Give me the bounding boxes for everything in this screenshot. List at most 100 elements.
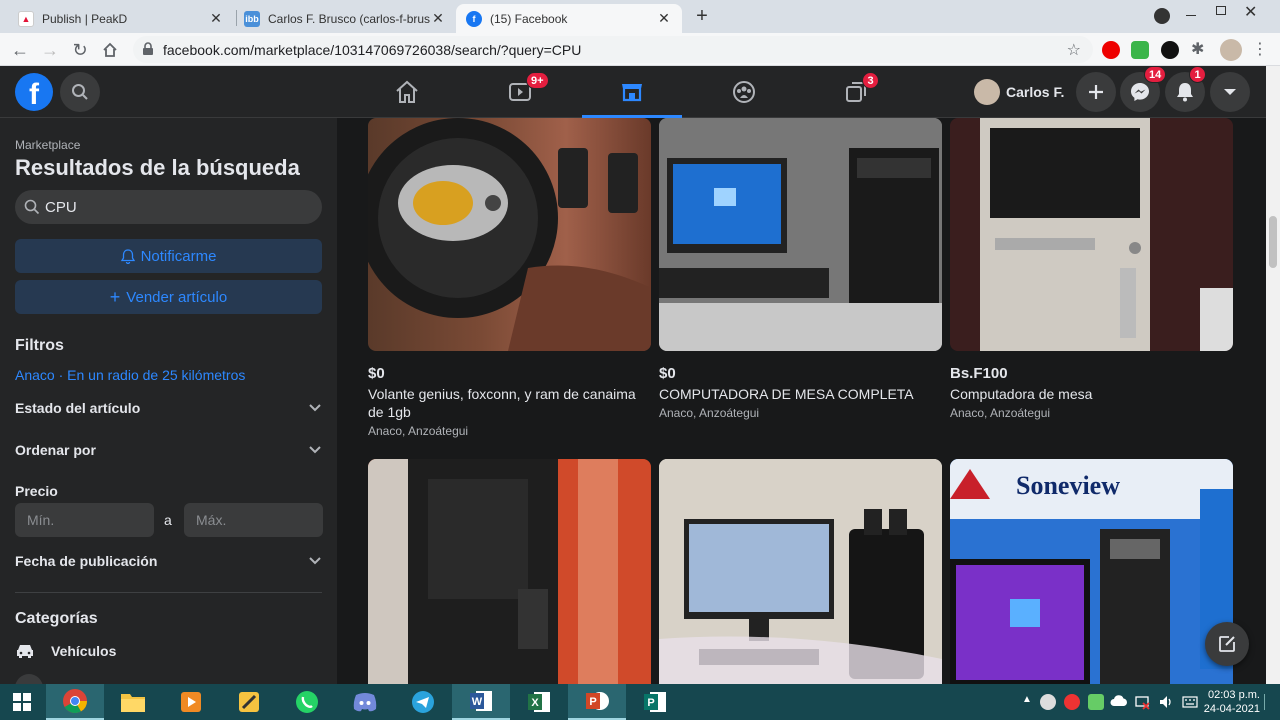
listing-title: Computadora de mesa bbox=[950, 386, 1093, 402]
home-icon[interactable] bbox=[99, 39, 121, 61]
notifications-badge: 1 bbox=[1189, 66, 1206, 83]
clock-time: 02:03 p.m. bbox=[1208, 689, 1260, 701]
listings-grid: $0 Volante genius, foxconn, y ram de can… bbox=[337, 118, 1266, 684]
start-button[interactable] bbox=[0, 684, 44, 720]
taskbar-whatsapp[interactable] bbox=[278, 684, 336, 720]
caret-down-icon bbox=[1224, 89, 1236, 95]
restore-icon[interactable] bbox=[1216, 6, 1226, 15]
price-range-separator: a bbox=[164, 512, 172, 528]
notifications-button[interactable]: 1 bbox=[1165, 66, 1206, 112]
extension-dark-icon[interactable] bbox=[1161, 41, 1179, 59]
discord-icon bbox=[353, 693, 377, 712]
taskbar-app-yellow[interactable] bbox=[220, 684, 278, 720]
tray-volume-icon[interactable] bbox=[1158, 694, 1174, 710]
listing-card[interactable] bbox=[368, 459, 651, 684]
listing-location: Anaco, Anzoátegui bbox=[659, 406, 760, 420]
page-scrollbar[interactable] bbox=[1266, 66, 1280, 684]
account-menu-button[interactable] bbox=[1210, 72, 1250, 112]
tab-carlos-brusco[interactable]: ibb Carlos F. Brusco (carlos-f-brusco) ✕ bbox=[234, 4, 456, 33]
back-icon[interactable]: ← bbox=[9, 39, 31, 61]
sort-by-filter[interactable]: Ordenar por bbox=[15, 438, 322, 462]
listing-card[interactable] bbox=[659, 459, 942, 684]
extension-red-icon[interactable] bbox=[1102, 41, 1120, 59]
listing-card[interactable]: $0 COMPUTADORA DE MESA COMPLETA Anaco, A… bbox=[659, 118, 942, 420]
nav-home[interactable] bbox=[357, 66, 457, 118]
browser-toolbar: ← → ↻ facebook.com/marketplace/103147069… bbox=[0, 33, 1280, 66]
forward-icon[interactable]: → bbox=[39, 39, 61, 61]
taskbar-excel[interactable]: X bbox=[510, 684, 568, 720]
browser-menu-icon[interactable]: ⋮ bbox=[1252, 39, 1270, 58]
listing-image-desktop-with-speakers bbox=[659, 459, 942, 684]
location-filter-link[interactable]: Anaco · En un radio de 25 kilómetros bbox=[15, 367, 245, 383]
close-tab-icon[interactable]: ✕ bbox=[656, 10, 672, 27]
marketplace-search-input[interactable]: CPU bbox=[15, 190, 322, 224]
taskbar-publisher[interactable]: P bbox=[626, 684, 684, 720]
item-state-filter[interactable]: Estado del artículo bbox=[15, 396, 322, 420]
taskbar-file-explorer[interactable] bbox=[104, 684, 162, 720]
marketplace-icon bbox=[622, 83, 642, 101]
tray-network-icon[interactable] bbox=[1134, 694, 1150, 710]
nav-marketplace[interactable] bbox=[582, 66, 682, 118]
new-tab-button[interactable]: + bbox=[690, 4, 714, 28]
taskbar-chrome[interactable] bbox=[46, 684, 104, 720]
categories-heading: Categorías bbox=[15, 610, 98, 627]
tab-facebook[interactable]: f (15) Facebook ✕ bbox=[456, 4, 682, 33]
bell-icon bbox=[1177, 83, 1193, 102]
tray-expand-icon[interactable]: ▲ bbox=[1022, 694, 1032, 705]
listing-location: Anaco, Anzoátegui bbox=[950, 406, 1051, 420]
nav-groups[interactable] bbox=[694, 66, 794, 118]
nav-watch[interactable]: 9+ bbox=[470, 66, 570, 118]
profile-avatar[interactable] bbox=[1220, 39, 1242, 61]
price-heading: Precio bbox=[15, 483, 58, 499]
close-tab-icon[interactable]: ✕ bbox=[208, 10, 224, 27]
taskbar-telegram[interactable] bbox=[394, 684, 452, 720]
profile-button[interactable]: Carlos F. bbox=[970, 74, 1074, 110]
tray-language-icon[interactable] bbox=[1182, 694, 1198, 710]
bookmark-star-icon[interactable]: ☆ bbox=[1067, 40, 1081, 60]
tab-title: (15) Facebook bbox=[490, 11, 568, 26]
listing-card[interactable]: Bs.F100 Computadora de mesa Anaco, Anzoá… bbox=[950, 118, 1233, 420]
listing-image-pc-case-closeup bbox=[368, 459, 651, 684]
tray-antivirus-icon[interactable] bbox=[1064, 694, 1080, 710]
peakd-favicon-icon: ▲ bbox=[18, 10, 34, 27]
listing-card[interactable]: Soneview bbox=[950, 459, 1233, 684]
messenger-button[interactable]: 14 bbox=[1120, 66, 1167, 112]
create-button[interactable] bbox=[1076, 72, 1116, 112]
extension-green-icon[interactable] bbox=[1131, 41, 1149, 59]
tab-peakd[interactable]: ▲ Publish | PeakD ✕ bbox=[8, 4, 234, 33]
min-price-input[interactable]: Mín. bbox=[15, 503, 154, 537]
search-button[interactable] bbox=[60, 72, 100, 112]
sell-item-button[interactable]: + Vender artículo bbox=[15, 280, 322, 314]
show-desktop-button[interactable] bbox=[1264, 694, 1274, 710]
taskbar-powerpoint[interactable]: P bbox=[568, 684, 626, 720]
messenger-icon bbox=[1131, 83, 1149, 101]
taskbar-discord[interactable] bbox=[336, 684, 394, 720]
nav-gaming[interactable]: 3 bbox=[806, 66, 906, 118]
reload-icon[interactable]: ↻ bbox=[69, 39, 91, 61]
new-message-button[interactable] bbox=[1205, 622, 1249, 666]
scrollbar-thumb[interactable] bbox=[1269, 216, 1277, 268]
category-vehicles[interactable]: Vehículos bbox=[15, 638, 116, 664]
close-tab-icon[interactable]: ✕ bbox=[430, 10, 446, 27]
chrome-icon bbox=[63, 689, 87, 714]
close-window-icon[interactable]: ✕ bbox=[1244, 2, 1257, 22]
listing-card[interactable]: $0 Volante genius, foxconn, y ram de can… bbox=[368, 118, 651, 438]
minimize-icon[interactable] bbox=[1186, 15, 1196, 16]
address-bar[interactable]: facebook.com/marketplace/103147069726038… bbox=[133, 36, 1093, 63]
notify-button[interactable]: Notificarme bbox=[15, 239, 322, 273]
tray-app-icon[interactable] bbox=[1040, 694, 1056, 710]
facebook-logo[interactable]: f bbox=[15, 73, 53, 111]
browser-tab-bar: ▲ Publish | PeakD ✕ ibb Carlos F. Brusco… bbox=[0, 0, 1280, 33]
tray-check-icon[interactable] bbox=[1088, 694, 1104, 710]
svg-text:W: W bbox=[472, 696, 483, 708]
taskbar-word[interactable]: W bbox=[452, 684, 510, 720]
svg-text:P: P bbox=[589, 696, 596, 708]
taskbar-video-app[interactable] bbox=[162, 684, 220, 720]
max-price-input[interactable]: Máx. bbox=[184, 503, 323, 537]
tray-cloud-icon[interactable] bbox=[1110, 694, 1127, 710]
date-posted-filter[interactable]: Fecha de publicación bbox=[15, 549, 322, 573]
taskbar-clock[interactable]: 02:03 p.m. 24-04-2021 bbox=[1204, 688, 1260, 716]
word-icon: W bbox=[470, 691, 492, 711]
extensions-puzzle-icon[interactable]: ✱ bbox=[1191, 39, 1209, 58]
profile-menu-icon[interactable] bbox=[1154, 8, 1170, 24]
